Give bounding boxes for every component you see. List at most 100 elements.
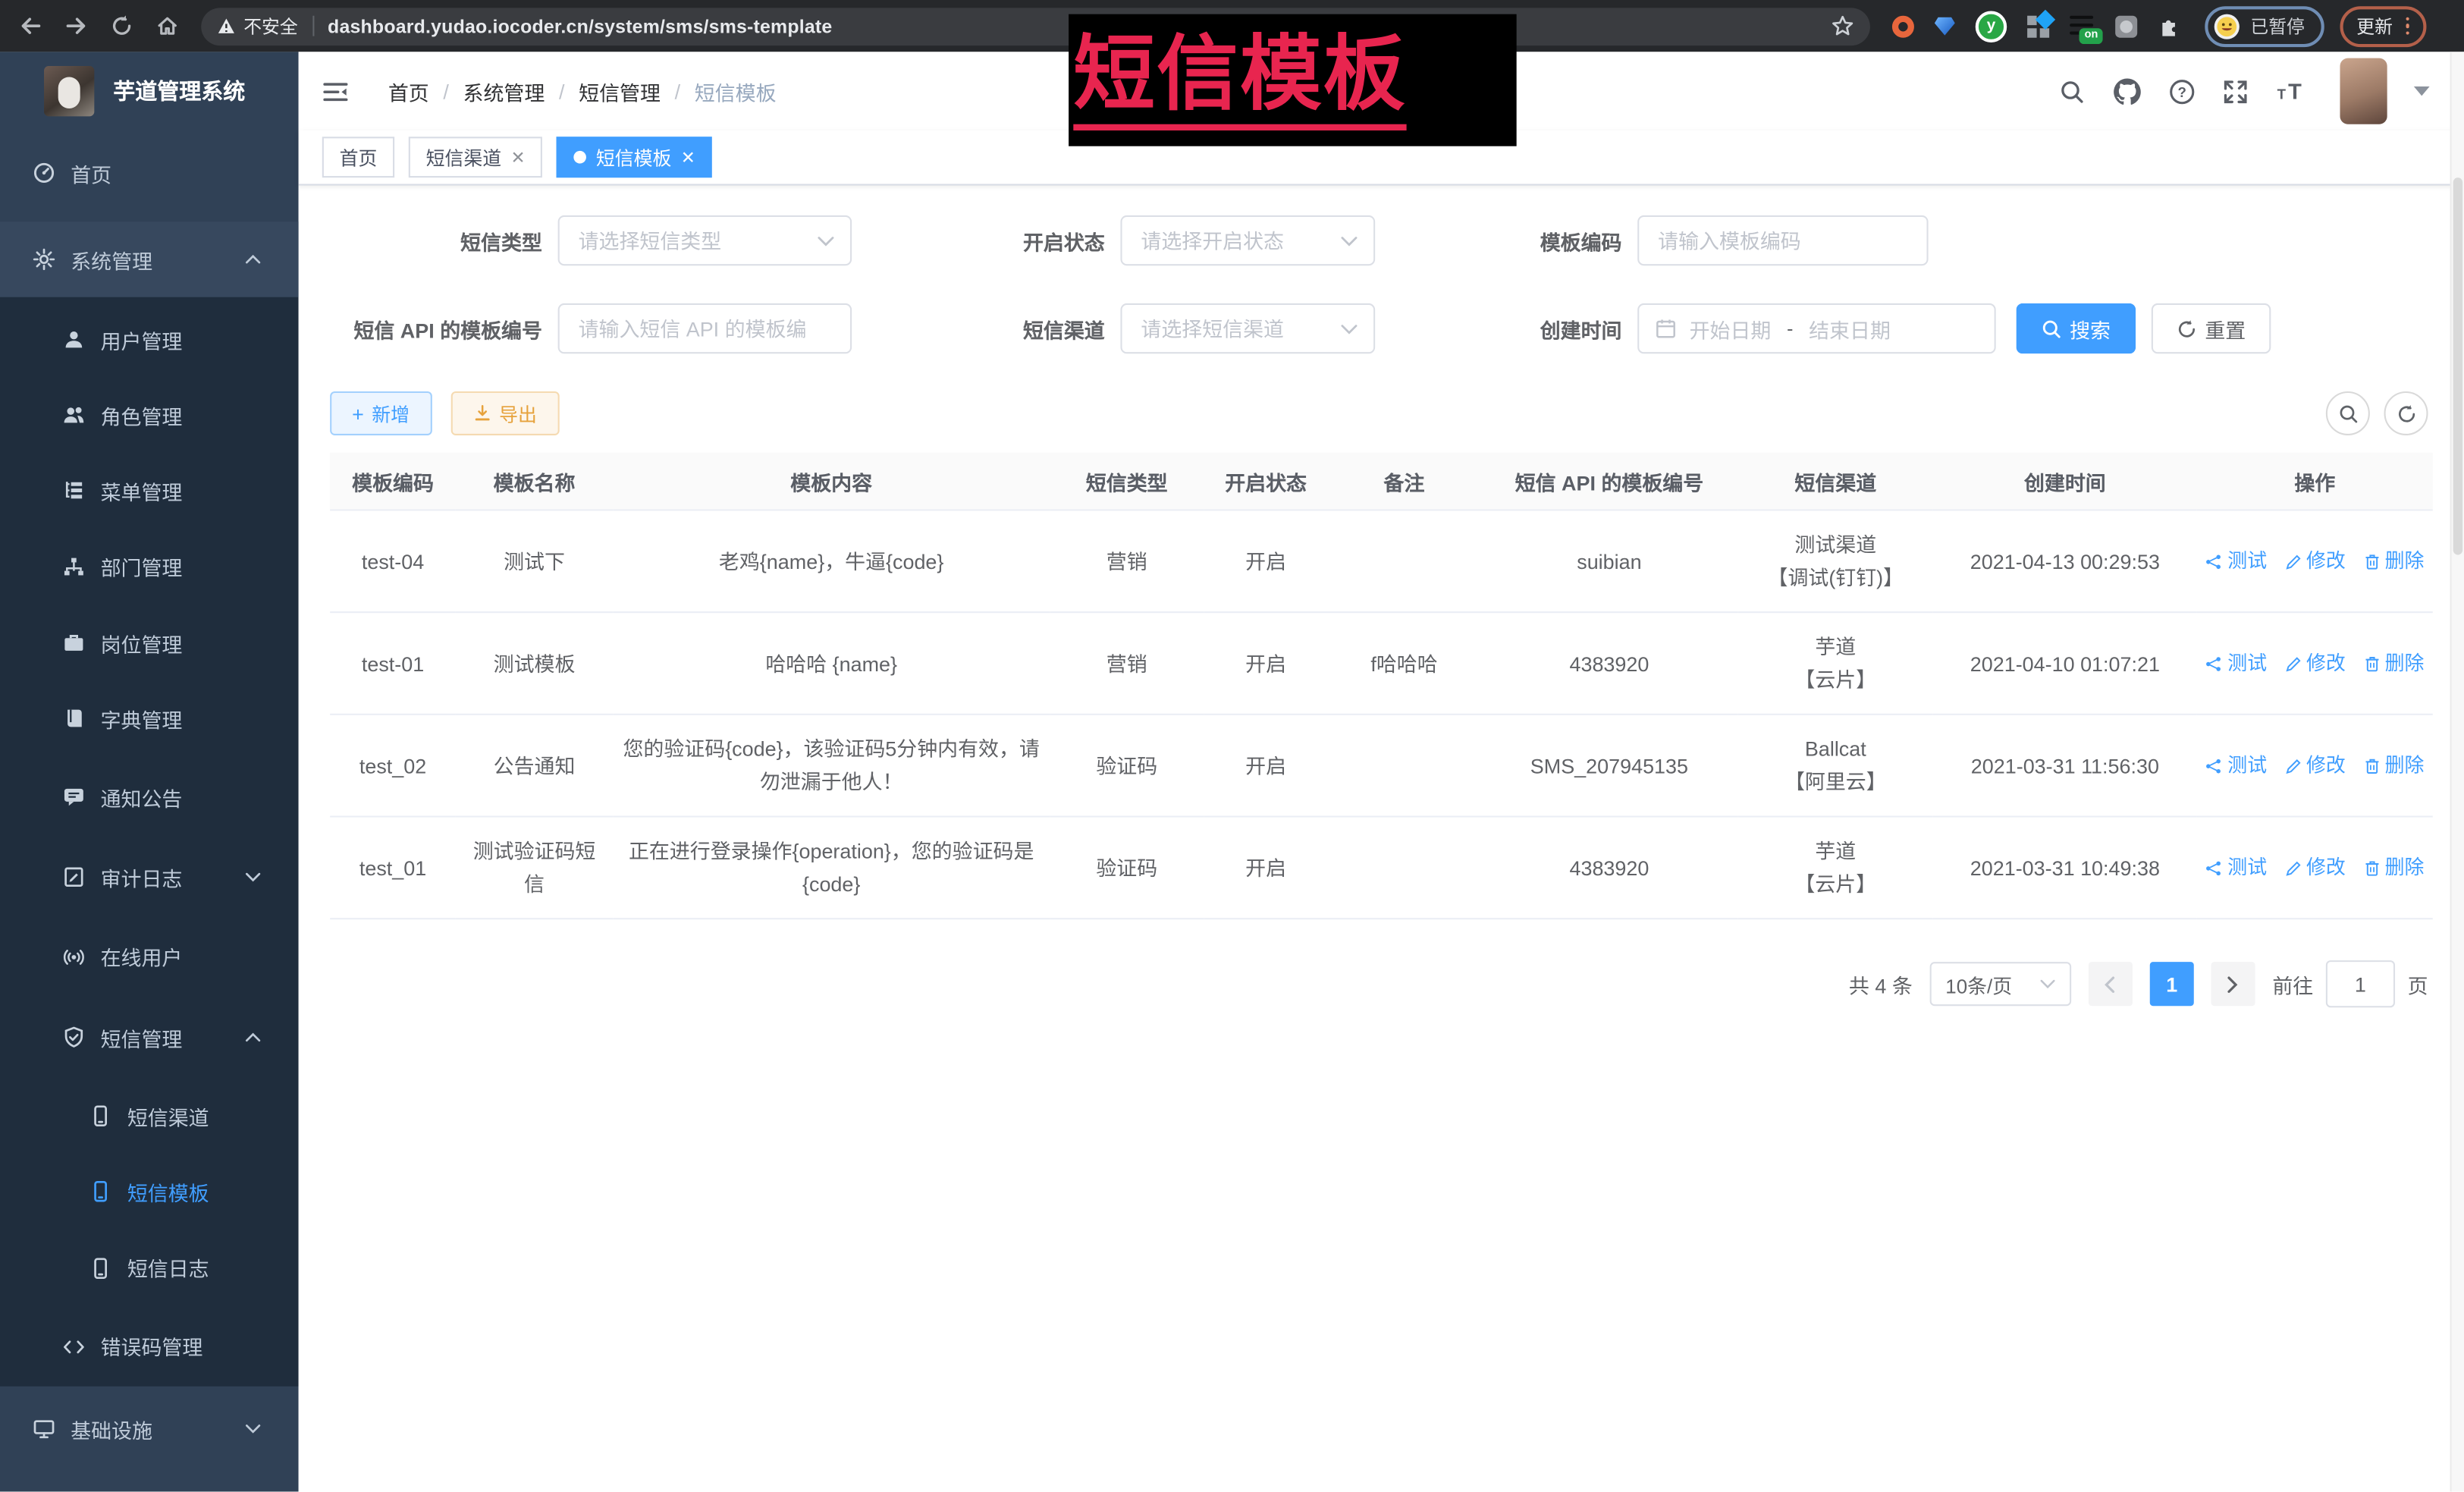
edit-action[interactable]: 修改 [2284,749,2346,782]
toggle-search-button[interactable] [2326,391,2370,435]
sidebar-item-notice[interactable]: 通知公告 [0,756,299,838]
sidebar-item-menu-management[interactable]: 菜单管理 [0,453,299,528]
close-icon[interactable]: ✕ [681,147,695,168]
sidebar-submenu-system: 用户管理 角色管理 菜单管理 部门管理 [0,297,299,1387]
template-code-input[interactable] [1655,227,1911,253]
puzzle-icon[interactable] [2158,14,2183,39]
back-icon[interactable] [19,14,42,38]
test-action[interactable]: 测试 [2205,545,2267,578]
app-logo-image [44,66,94,116]
phone-icon [89,1257,111,1279]
tab-sms-template[interactable]: 短信模板 ✕ [557,137,713,177]
delete-action[interactable]: 删除 [2363,749,2425,782]
sidebar-item-sms-channel[interactable]: 短信渠道 [0,1079,299,1154]
edit-action[interactable]: 修改 [2284,647,2346,680]
forward-icon[interactable] [64,14,88,38]
security-indicator[interactable]: 不安全 [217,14,298,39]
sidebar-collapse-icon[interactable] [322,80,349,103]
sidebar-item-dict-management[interactable]: 字典管理 [0,680,299,755]
breadcrumb-system[interactable]: 系统管理 [463,77,545,106]
help-icon[interactable]: ? [2169,78,2196,105]
edit-action[interactable]: 修改 [2284,545,2346,578]
sidebar-item-infrastructure[interactable]: 基础设施 [0,1391,299,1466]
refresh-table-button[interactable] [2384,391,2428,435]
users-icon [63,404,85,426]
user-avatar[interactable] [2340,58,2387,124]
extension-y-icon[interactable]: y [1976,10,2007,41]
extension-donut-icon[interactable] [1892,15,1914,37]
date-range-picker[interactable]: 开始日期 - 结束日期 [1637,303,1995,353]
user-menu-caret-icon[interactable] [2414,86,2430,96]
code-icon [63,1335,85,1357]
export-button[interactable]: 导出 [450,391,559,435]
fullscreen-icon[interactable] [2222,78,2249,105]
channel-input[interactable] [1138,315,1331,341]
sidebar-item-user-management[interactable]: 用户管理 [0,302,299,377]
browser-update-button[interactable]: 更新 [2339,5,2426,46]
edit-action[interactable]: 修改 [2284,851,2346,884]
extension-list-icon[interactable]: on [2070,15,2095,37]
api-template-id-input[interactable] [575,315,834,341]
tab-sms-channel[interactable]: 短信渠道 ✕ [409,137,543,177]
extension-monkey-icon[interactable] [2115,15,2137,37]
font-size-icon[interactable]: TT [2276,79,2307,104]
test-action[interactable]: 测试 [2205,851,2267,884]
book-icon [63,707,85,729]
page-size-select[interactable]: 10条/页 [1930,962,2071,1006]
sidebar-item-sms-template[interactable]: 短信模板 [0,1154,299,1229]
delete-action[interactable]: 删除 [2363,545,2425,578]
page-scrollbar[interactable] [2450,52,2464,1491]
sidebar-item-sms-log[interactable]: 短信日志 [0,1229,299,1306]
bookmark-star-icon[interactable] [1831,14,1854,38]
page-number-1[interactable]: 1 [2150,962,2194,1006]
sms-type-select[interactable] [558,215,852,265]
date-start-placeholder[interactable]: 开始日期 [1690,313,1772,343]
sidebar-item-error-code[interactable]: 错误码管理 [0,1306,299,1387]
breadcrumb-sms[interactable]: 短信管理 [579,77,661,106]
prev-page-button[interactable] [2089,962,2133,1006]
test-action[interactable]: 测试 [2205,749,2267,782]
close-icon[interactable]: ✕ [511,147,526,168]
template-code-field[interactable] [1637,215,1928,265]
browser-menu-icon[interactable] [2405,17,2409,35]
add-button[interactable]: + 新增 [330,391,432,435]
reset-button[interactable]: 重置 [2152,303,2271,353]
api-template-id-field[interactable] [558,303,852,353]
sidebar-item-post-management[interactable]: 岗位管理 [0,605,299,680]
extension-gem-icon[interactable] [1935,17,1955,36]
sidebar-item-home[interactable]: 首页 [0,135,299,210]
extension-grid-icon[interactable] [2027,15,2049,37]
github-icon[interactable] [2112,77,2142,106]
sidebar-item-online-users[interactable]: 在线用户 [0,916,299,997]
date-end-placeholder[interactable]: 结束日期 [1809,313,1891,343]
search-button[interactable]: 搜索 [2017,303,2136,353]
status-input[interactable] [1138,227,1331,253]
scrollbar-thumb[interactable] [2453,177,2462,554]
reload-icon[interactable] [110,14,133,38]
sidebar-item-dept-management[interactable]: 部门管理 [0,528,299,605]
home-icon[interactable] [155,14,179,38]
next-page-button[interactable] [2211,962,2255,1006]
goto-page-input[interactable] [2326,960,2395,1007]
sidebar-item-sms-management[interactable]: 短信管理 [0,997,299,1079]
user-icon [63,328,85,350]
channel-select[interactable] [1120,303,1375,353]
sidebar-logo[interactable]: 芋道管理系统 [0,52,299,130]
header-search-icon[interactable] [2059,78,2086,105]
profile-status-label: 已暂停 [2250,14,2304,39]
browser-profile-chip[interactable]: 已暂停 [2205,5,2323,46]
breadcrumb-home[interactable]: 首页 [388,77,429,106]
sidebar-item-role-management[interactable]: 角色管理 [0,377,299,452]
profile-emoji-avatar [2213,12,2241,40]
extensions-row: y on [1892,10,2183,41]
sidebar-item-audit-log[interactable]: 审计日志 [0,837,299,916]
annotation-overlay: 短信模板 [1069,14,1517,146]
delete-action[interactable]: 删除 [2363,851,2425,884]
tab-home[interactable]: 首页 [322,137,394,177]
sms-type-input[interactable] [575,227,808,253]
delete-action[interactable]: 删除 [2363,647,2425,680]
test-action[interactable]: 测试 [2205,647,2267,680]
sidebar-item-system-management[interactable]: 系统管理 [0,221,299,297]
status-select[interactable] [1120,215,1375,265]
url-bar[interactable]: 不安全 dashboard.yudao.iocoder.cn/system/sm… [201,7,1870,45]
